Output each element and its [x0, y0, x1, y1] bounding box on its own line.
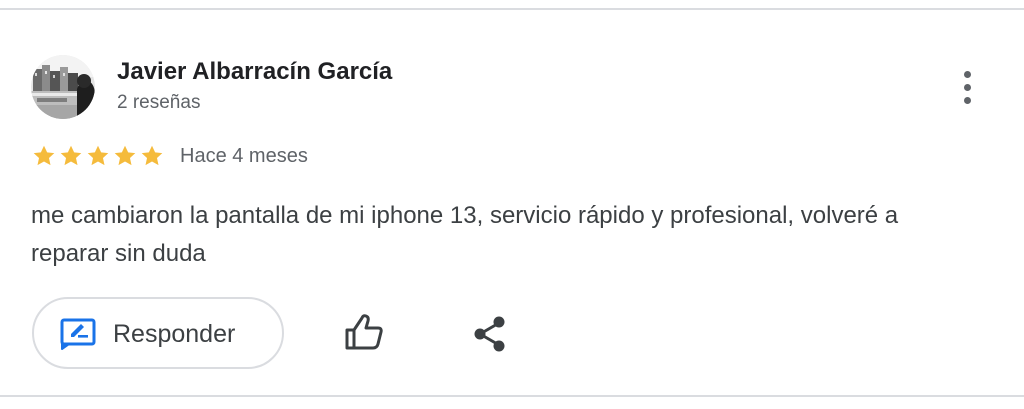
- star-icon: [33, 145, 55, 166]
- reply-edit-icon: [60, 318, 96, 350]
- like-button[interactable]: [342, 312, 386, 352]
- more-options-button[interactable]: [952, 68, 984, 108]
- top-divider: [0, 8, 1024, 10]
- bottom-divider: [0, 395, 1024, 397]
- reviewer-name[interactable]: Javier Albarracín García: [117, 58, 392, 86]
- thumbs-up-icon: [345, 314, 383, 350]
- review-date: Hace 4 meses: [180, 145, 308, 167]
- share-icon: [474, 316, 505, 352]
- avatar[interactable]: [31, 55, 95, 119]
- star-icon: [141, 145, 163, 166]
- review-card: Javier Albarracín García 2 reseñas Hace …: [0, 0, 1024, 409]
- more-vertical-icon-dot: [964, 97, 971, 104]
- review-text: me cambiaron la pantalla de mi iphone 13…: [31, 202, 899, 267]
- reviewer-review-count: 2 reseñas: [117, 92, 201, 113]
- star-icon: [87, 145, 109, 166]
- star-icon: [60, 145, 82, 166]
- more-vertical-icon-dot: [964, 84, 971, 91]
- star-rating: [31, 143, 165, 169]
- more-vertical-icon: [964, 71, 971, 78]
- reply-button-label: Responder: [113, 320, 236, 348]
- share-button[interactable]: [470, 314, 510, 354]
- reply-button[interactable]: Responder: [32, 297, 284, 369]
- star-icon: [114, 145, 136, 166]
